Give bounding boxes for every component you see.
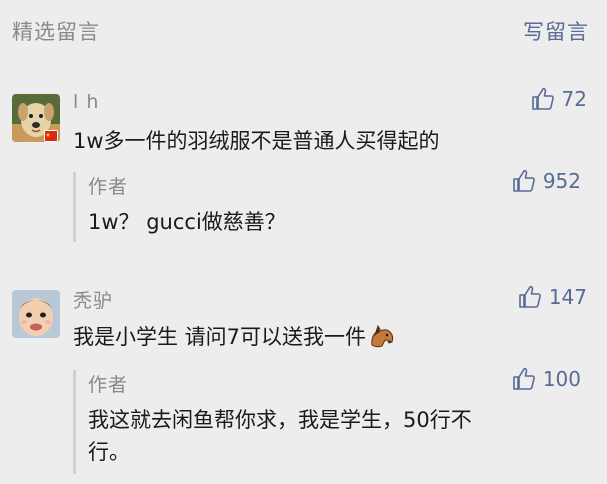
thumbs-up-icon — [513, 367, 535, 390]
reply-like-button[interactable]: 952 — [511, 168, 581, 194]
reply-like-count: 100 — [542, 367, 581, 391]
thumbs-up-icon — [519, 285, 541, 308]
like-button[interactable]: 147 — [517, 284, 587, 310]
comment-content: 我是小学生 请问7可以送我一件 — [73, 322, 573, 352]
author-reply: 作者 100 我这就去闲鱼帮你求，我是学生，50行不 行。 — [73, 367, 593, 474]
like-count: 72 — [561, 87, 587, 111]
reply-content-line-1: 我这就去闲鱼帮你求，我是学生，50行不 — [88, 408, 472, 432]
reply-like-count: 952 — [542, 169, 581, 193]
reply-like-button[interactable]: 100 — [511, 366, 581, 392]
reply-author-label: 作者 — [88, 176, 129, 198]
like-count: 147 — [548, 285, 587, 309]
comment-content: 1w多一件的羽绒服不是普通人买得起的 — [73, 129, 440, 153]
featured-comments-title: 精选留言 — [12, 20, 100, 44]
thumbs-up-icon — [531, 87, 554, 110]
reply-author-label: 作者 — [88, 374, 129, 396]
horse-face-emoji — [371, 324, 394, 348]
like-button[interactable]: 72 — [530, 86, 587, 112]
write-comment-link[interactable]: 写留言 — [523, 16, 589, 46]
reply-content-line-2: 行。 — [88, 440, 130, 464]
baby-photo-avatar — [12, 290, 60, 338]
china-flag-badge — [44, 130, 58, 142]
comment-nickname[interactable]: l h — [73, 91, 99, 113]
comment-nickname[interactable]: 秃驴 — [73, 286, 113, 313]
reply-content: 1w？ gucci做慈善？ — [88, 210, 286, 234]
author-reply: 作者 952 1w？ gucci做慈善？ — [73, 169, 593, 242]
thumbs-up-icon — [513, 169, 535, 192]
comment-text: 我是小学生 请问7可以送我一件 — [73, 325, 367, 349]
comments-page: 精选留言 写留言 l h 72 1w多一件的羽绒服不是普通人买得起的 作者 95… — [0, 0, 607, 484]
avatar[interactable] — [12, 290, 60, 338]
comments-header: 精选留言 写留言 — [0, 0, 607, 60]
